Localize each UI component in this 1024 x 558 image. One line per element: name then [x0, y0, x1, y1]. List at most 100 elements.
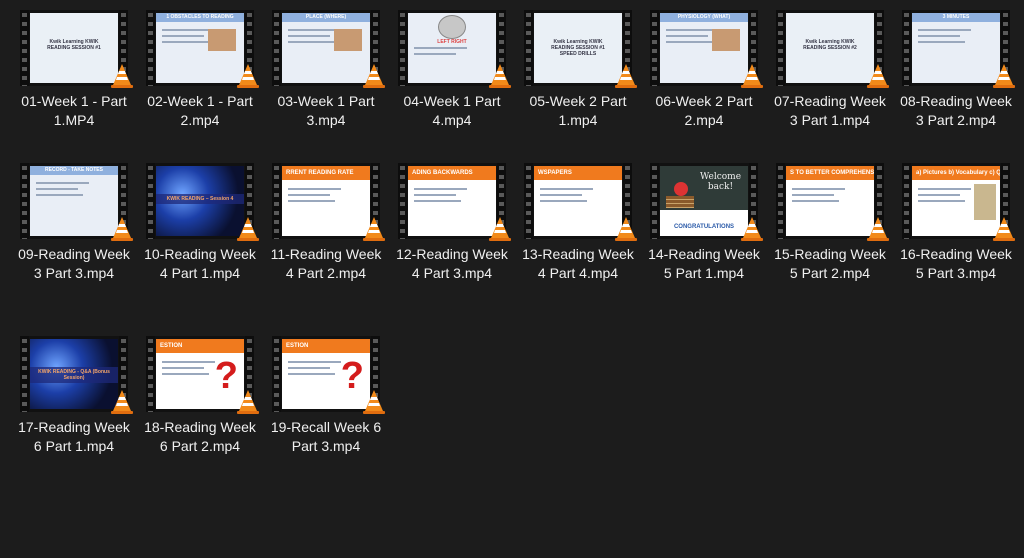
file-item[interactable]: ADING BACKWARDS 12-Reading Week 4 Part 3.… — [393, 163, 511, 282]
slide-text: KWIK READING - Q&A (Bonus Session) — [30, 367, 118, 383]
file-item[interactable]: Kwik Learning KWIK READING SESSION #1 01-… — [15, 10, 133, 129]
video-thumbnail[interactable]: RRENT READING RATE — [272, 163, 385, 241]
vlc-cone-icon — [362, 63, 386, 89]
slide-header: PHYSIOLOGY (WHAT) — [660, 13, 748, 22]
slide-text: Kwik Learning KWIK READING SESSION #1 — [47, 39, 101, 51]
slide-preview: 3 MINUTES — [912, 13, 1000, 83]
slide-bullets — [288, 188, 364, 206]
video-thumbnail[interactable]: PLACE (WHERE) — [272, 10, 385, 88]
file-name-label: 19-Recall Week 6 Part 3.mp4 — [270, 419, 382, 454]
slide-preview: WSPAPERS — [534, 166, 622, 236]
file-item[interactable]: KWIK READING - Q&A (Bonus Session) 17-Rea… — [15, 336, 133, 455]
slide-bullets — [414, 47, 490, 59]
vlc-cone-icon — [110, 63, 134, 89]
vlc-cone-icon — [866, 63, 890, 89]
question-mark-image: ? — [214, 355, 238, 397]
file-item[interactable]: Kwik Learning KWIK READING SESSION #1 SP… — [519, 10, 637, 129]
slide-preview: ADING BACKWARDS — [408, 166, 496, 236]
slide-header: LEFT RIGHT — [437, 39, 467, 45]
file-item[interactable]: PLACE (WHERE) 03-Week 1 Part 3.mp4 — [267, 10, 385, 129]
slide-preview: Kwik Learning KWIK READING SESSION #2 — [786, 13, 874, 83]
video-thumbnail[interactable]: KWIK READING – Session 4 — [146, 163, 259, 241]
file-name-label: 11-Reading Week 4 Part 2.mp4 — [270, 246, 382, 281]
film-strip-edge — [650, 10, 659, 86]
file-item[interactable]: 3 MINUTES 08-Reading Week 3 Part 2.mp4 — [897, 10, 1015, 129]
file-item[interactable]: ESTION? 19-Recall Week 6 Part 3.mp4 — [267, 336, 385, 455]
film-strip-edge — [20, 163, 29, 239]
video-thumbnail[interactable]: Kwik Learning KWIK READING SESSION #1 — [20, 10, 133, 88]
question-mark-image: ? — [340, 355, 364, 397]
slide-bullets — [414, 188, 490, 206]
video-thumbnail[interactable]: a) Pictures b) Vocabulary c) Questions — [902, 163, 1015, 241]
video-thumbnail[interactable]: 3 MINUTES — [902, 10, 1015, 88]
file-name-label: 17-Reading Week 6 Part 1.mp4 — [18, 419, 130, 454]
file-item[interactable]: ESTION? 18-Reading Week 6 Part 2.mp4 — [141, 336, 259, 455]
film-strip-edge — [272, 163, 281, 239]
vlc-cone-icon — [866, 216, 890, 242]
file-name-label: 04-Week 1 Part 4.mp4 — [403, 93, 501, 128]
file-item[interactable]: S TO BETTER COMPREHENSION 15-Reading Week… — [771, 163, 889, 282]
file-name-label: 14-Reading Week 5 Part 1.mp4 — [648, 246, 760, 281]
file-item[interactable]: PHYSIOLOGY (WHAT) 06-Week 2 Part 2.mp4 — [645, 10, 763, 129]
film-strip-edge — [650, 163, 659, 239]
file-item[interactable]: KWIK READING – Session 4 10-Reading Week … — [141, 163, 259, 282]
file-name-label: 09-Reading Week 3 Part 3.mp4 — [18, 246, 130, 281]
file-name-label: 02-Week 1 - Part 2.mp4 — [147, 93, 253, 128]
video-thumbnail[interactable]: RECORD - TAKE NOTES — [20, 163, 133, 241]
film-strip-edge — [524, 163, 533, 239]
file-item[interactable]: LEFT RIGHT 04-Week 1 Part 4.mp4 — [393, 10, 511, 129]
file-item[interactable]: Kwik Learning KWIK READING SESSION #2 07-… — [771, 10, 889, 129]
file-grid: Kwik Learning KWIK READING SESSION #1 01-… — [0, 0, 1024, 558]
slide-preview: KWIK READING - Q&A (Bonus Session) — [30, 339, 118, 409]
film-strip-edge — [398, 10, 407, 86]
file-name-label: 08-Reading Week 3 Part 2.mp4 — [900, 93, 1012, 128]
file-item[interactable]: RECORD - TAKE NOTES 09-Reading Week 3 Par… — [15, 163, 133, 282]
slide-header: RECORD - TAKE NOTES — [30, 166, 118, 175]
video-thumbnail[interactable]: ESTION? — [272, 336, 385, 414]
slide-header: WSPAPERS — [534, 166, 622, 180]
slide-header: PLACE (WHERE) — [282, 13, 370, 22]
file-name-label: 05-Week 2 Part 1.mp4 — [529, 93, 627, 128]
film-strip-edge — [272, 10, 281, 86]
brain-image — [438, 15, 466, 39]
slide-bullets — [36, 182, 112, 200]
slide-bullets — [918, 29, 994, 47]
video-thumbnail[interactable]: ADING BACKWARDS — [398, 163, 511, 241]
vlc-cone-icon — [740, 216, 764, 242]
vlc-cone-icon — [362, 216, 386, 242]
file-name-label: 07-Reading Week 3 Part 1.mp4 — [774, 93, 886, 128]
slide-header: 3 MINUTES — [912, 13, 1000, 22]
slide-photo — [334, 29, 362, 51]
video-thumbnail[interactable]: ESTION? — [146, 336, 259, 414]
slide-preview: PLACE (WHERE) — [282, 13, 370, 83]
file-item[interactable]: Welcome back! CONGRATULATIONS 14-Reading We… — [645, 163, 763, 282]
film-strip-edge — [524, 10, 533, 86]
vlc-cone-icon — [992, 216, 1016, 242]
film-strip-edge — [146, 10, 155, 86]
file-item[interactable]: RRENT READING RATE 11-Reading Week 4 Part… — [267, 163, 385, 282]
video-thumbnail[interactable]: WSPAPERS — [524, 163, 637, 241]
slide-header: 1 OBSTACLES TO READING — [156, 13, 244, 22]
video-thumbnail[interactable]: S TO BETTER COMPREHENSION — [776, 163, 889, 241]
vlc-cone-icon — [992, 63, 1016, 89]
slide-photo — [208, 29, 236, 51]
slide-preview: Kwik Learning KWIK READING SESSION #1 SP… — [534, 13, 622, 83]
vlc-cone-icon — [236, 63, 260, 89]
slide-text: Kwik Learning KWIK READING SESSION #1 SP… — [551, 39, 605, 57]
video-thumbnail[interactable]: Kwik Learning KWIK READING SESSION #2 — [776, 10, 889, 88]
slide-header: ESTION — [156, 339, 244, 353]
vlc-cone-icon — [110, 216, 134, 242]
video-thumbnail[interactable]: LEFT RIGHT — [398, 10, 511, 88]
vlc-cone-icon — [488, 63, 512, 89]
video-thumbnail[interactable]: Kwik Learning KWIK READING SESSION #1 SP… — [524, 10, 637, 88]
file-item[interactable]: 1 OBSTACLES TO READING 02-Week 1 - Part 2… — [141, 10, 259, 129]
video-thumbnail[interactable]: Welcome back! CONGRATULATIONS — [650, 163, 763, 241]
file-name-label: 13-Reading Week 4 Part 4.mp4 — [522, 246, 634, 281]
video-thumbnail[interactable]: 1 OBSTACLES TO READING — [146, 10, 259, 88]
file-item[interactable]: a) Pictures b) Vocabulary c) Questions 16… — [897, 163, 1015, 282]
slide-preview: S TO BETTER COMPREHENSION — [786, 166, 874, 236]
video-thumbnail[interactable]: PHYSIOLOGY (WHAT) — [650, 10, 763, 88]
video-thumbnail[interactable]: KWIK READING - Q&A (Bonus Session) — [20, 336, 133, 414]
file-item[interactable]: WSPAPERS 13-Reading Week 4 Part 4.mp4 — [519, 163, 637, 282]
slide-text: CONGRATULATIONS — [673, 224, 735, 230]
